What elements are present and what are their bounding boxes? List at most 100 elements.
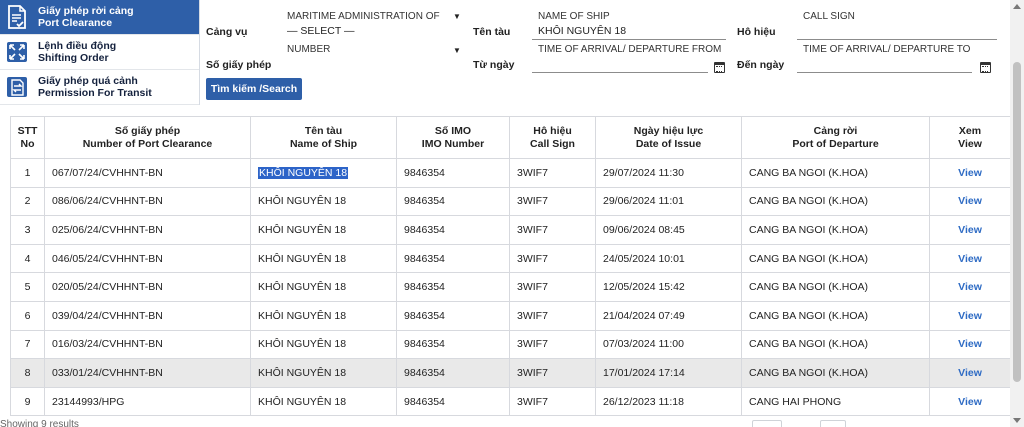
to-date-label: Đến ngày	[737, 59, 785, 71]
nav-label-en: Permission For Transit	[38, 87, 152, 99]
view-link[interactable]: View	[958, 253, 982, 265]
view-link[interactable]: View	[958, 195, 982, 207]
column-header-en: Date of Issue	[635, 137, 702, 150]
column-header: Xem View	[929, 116, 1011, 159]
callsign-cell: 3WIF7	[509, 300, 596, 331]
departure-port-cell: CANG BA NGOI (K.HOA)	[741, 329, 930, 360]
view-link[interactable]: View	[958, 281, 982, 293]
view-cell: View	[929, 300, 1011, 331]
search-button[interactable]: Tìm kiếm /Search	[206, 78, 302, 100]
ship-name-cell: KHÔI NGUYÊN 18	[250, 158, 397, 188]
issue-date-cell: 21/04/2024 07:49	[595, 300, 742, 331]
view-link[interactable]: View	[958, 396, 982, 408]
nav-label: Lệnh điều động Shifting Order	[38, 40, 116, 64]
nav-item-shifting-order[interactable]: Lệnh điều động Shifting Order	[0, 35, 199, 70]
view-cell: View	[929, 158, 1011, 188]
from-date-input[interactable]	[532, 57, 708, 73]
view-link[interactable]: View	[958, 310, 982, 322]
ship-name-cell: KHÔI NGUYÊN 18	[250, 215, 397, 245]
table-row[interactable]: 9 23144993/HPG KHÔI NGUYÊN 18 9846354 3WIF7 2…	[10, 386, 1011, 417]
pager-input[interactable]	[752, 420, 782, 427]
search-form: Cảng vụ MARITIME ADMINISTRATION OF — SEL…	[200, 0, 1010, 105]
to-date-input[interactable]	[797, 57, 972, 73]
port-select[interactable]: — SELECT —	[281, 24, 466, 40]
view-cell: View	[929, 329, 1011, 360]
permit-label: Số giấy phép	[206, 59, 272, 71]
view-link[interactable]: View	[958, 224, 982, 236]
permit-number-select[interactable]	[281, 56, 466, 72]
departure-port-cell: CANG BA NGOI (K.HOA)	[741, 358, 930, 388]
callsign-cell: 3WIF7	[509, 243, 596, 274]
table-row[interactable]: 2 086/06/24/CVHHNT-BN KHÔI NGUYÊN 18 984635…	[10, 186, 1011, 217]
nav-item-permission-transit[interactable]: Giấy phép quá cảnh Permission For Transi…	[0, 70, 199, 105]
pager-size-select[interactable]	[820, 420, 846, 427]
issue-date-cell: 07/03/2024 11:00	[595, 329, 742, 360]
row-no: 5	[10, 272, 45, 302]
calendar-icon[interactable]	[714, 62, 725, 73]
callsign-cell: 3WIF7	[509, 215, 596, 245]
column-header-vi: Hô hiệu	[533, 124, 572, 137]
imo-cell: 9846354	[396, 186, 510, 217]
departure-port-cell: CANG BA NGOI (K.HOA)	[741, 272, 930, 302]
table-row[interactable]: 8 033/01/24/CVHHNT-BN KHÔI NGUYÊN 18 984635…	[10, 358, 1011, 388]
view-link[interactable]: View	[958, 338, 982, 350]
scroll-thumb[interactable]	[1013, 62, 1021, 382]
departure-port-cell: CANG BA NGOI (K.HOA)	[741, 243, 930, 274]
callsign-cell: 3WIF7	[509, 158, 596, 188]
ship-name-cell: KHÔI NGUYÊN 18	[250, 386, 397, 417]
permit-placeholder: NUMBER	[287, 44, 331, 55]
column-header-vi: Số giấy phép	[114, 124, 181, 137]
departure-port-cell: CANG BA NGOI (K.HOA)	[741, 215, 930, 245]
table-row[interactable]: 4 046/05/24/CVHHNT-BN KHÔI NGUYÊN 18 984635…	[10, 243, 1011, 274]
table-body: 1 067/07/24/CVHHNT-BN KHÔI NGUYÊN 18 984635…	[10, 158, 1011, 417]
table-row[interactable]: 1 067/07/24/CVHHNT-BN KHÔI NGUYÊN 18 984635…	[10, 158, 1011, 188]
callsign-cell: 3WIF7	[509, 386, 596, 417]
view-link[interactable]: View	[958, 367, 982, 379]
permit-number-cell: 046/05/24/CVHHNT-BN	[44, 243, 251, 274]
table-row[interactable]: 3 025/06/24/CVHHNT-BN KHÔI NGUYÊN 18 984635…	[10, 215, 1011, 245]
column-header-vi: Cảng rời	[813, 124, 858, 137]
results-table-wrap: STT No Số giấy phép Number of Port Clearanc…	[10, 116, 1011, 417]
nav-item-port-clearance[interactable]: Giấy phép rời cảng Port Clearance	[0, 0, 199, 35]
chevron-down-icon[interactable]: ▼	[453, 12, 461, 21]
table-header-row: STT No Số giấy phép Number of Port Clearanc…	[10, 116, 1011, 159]
column-header: Số giấy phép Number of Port Clearance	[44, 116, 251, 159]
ship-name-input[interactable]: KHÔI NGUYÊN 18	[532, 24, 726, 40]
nav-label: Giấy phép quá cảnh Permission For Transi…	[38, 75, 152, 99]
callsign-input[interactable]	[797, 24, 997, 40]
issue-date-cell: 29/06/2024 11:01	[595, 186, 742, 217]
chevron-down-icon[interactable]: ▼	[453, 46, 461, 55]
expand-arrows-icon	[7, 42, 27, 62]
view-link[interactable]: View	[958, 167, 982, 179]
scroll-up-icon[interactable]	[1013, 4, 1021, 9]
permit-number-cell: 039/04/24/CVHHNT-BN	[44, 300, 251, 331]
document-transfer-icon	[7, 77, 27, 97]
column-header: Tên tàu Name of Ship	[250, 116, 397, 159]
ship-name-cell: KHÔI NGUYÊN 18	[250, 329, 397, 360]
nav-label-vi: Giấy phép rời cảng	[38, 5, 134, 17]
imo-cell: 9846354	[396, 358, 510, 388]
column-header-vi: Tên tàu	[304, 124, 343, 137]
row-no: 7	[10, 329, 45, 360]
column-header-vi: STT	[17, 124, 38, 137]
imo-cell: 9846354	[396, 158, 510, 188]
selected-text: KHÔI NGUYÊN 18	[258, 166, 349, 179]
results-count: Showing 9 results	[0, 419, 79, 427]
permit-number-cell: 016/03/24/CVHHNT-BN	[44, 329, 251, 360]
ship-name-cell: KHÔI NGUYÊN 18	[250, 358, 397, 388]
nav-label-en: Shifting Order	[38, 52, 109, 64]
vertical-scrollbar[interactable]	[1010, 0, 1024, 427]
row-no: 9	[10, 386, 45, 417]
imo-cell: 9846354	[396, 272, 510, 302]
issue-date-cell: 09/06/2024 08:45	[595, 215, 742, 245]
view-cell: View	[929, 215, 1011, 245]
row-no: 6	[10, 300, 45, 331]
column-header: Số IMO IMO Number	[396, 116, 510, 159]
table-row[interactable]: 5 020/05/24/CVHHNT-BN KHÔI NGUYÊN 18 984635…	[10, 272, 1011, 302]
calendar-icon[interactable]	[980, 62, 991, 73]
table-row[interactable]: 6 039/04/24/CVHHNT-BN KHÔI NGUYÊN 18 984635…	[10, 300, 1011, 331]
table-row[interactable]: 7 016/03/24/CVHHNT-BN KHÔI NGUYÊN 18 984635…	[10, 329, 1011, 360]
port-label: Cảng vụ	[206, 26, 248, 38]
scroll-down-icon[interactable]	[1013, 418, 1021, 423]
permit-number-cell: 020/05/24/CVHHNT-BN	[44, 272, 251, 302]
